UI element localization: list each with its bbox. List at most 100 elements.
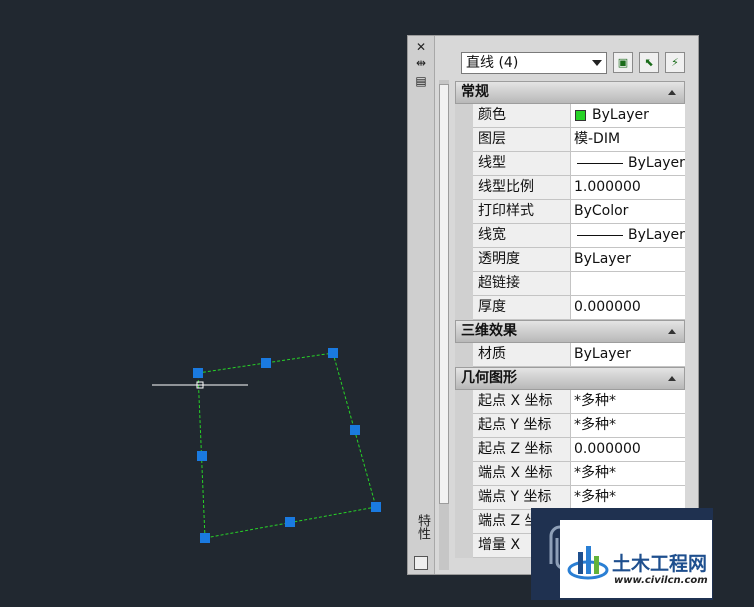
property-value-text: ByLayer (592, 107, 649, 123)
property-row[interactable]: 材质 ByLayer (455, 343, 685, 367)
property-label: 线型 (473, 152, 571, 176)
watermark: 土木工程网 www.civilcn.com (531, 508, 713, 600)
section-header[interactable]: 三维效果 (455, 320, 685, 343)
watermark-logo: 土木工程网 www.civilcn.com (560, 520, 712, 598)
property-label: 起点 Z 坐标 (473, 438, 571, 462)
row-gutter (455, 438, 473, 462)
property-value[interactable]: ByLayer (571, 152, 685, 176)
property-row[interactable]: 线型 ByLayer (455, 152, 685, 176)
scrollbar-thumb[interactable] (439, 84, 449, 504)
property-value-text: ByLayer (628, 227, 685, 243)
selected-lines[interactable] (197, 352, 377, 539)
property-value[interactable]: 模-DIM (571, 128, 685, 152)
property-value[interactable]: ByLayer (571, 343, 685, 367)
auto-hide-icon[interactable]: ⇹ (414, 56, 428, 70)
property-value-text: *多种* (574, 465, 616, 481)
property-value-text: ByLayer (574, 346, 631, 362)
property-value-text: *多种* (574, 393, 616, 409)
section-title: 几何图形 (461, 370, 517, 386)
property-row[interactable]: 端点 X 坐标 *多种* (455, 462, 685, 486)
property-value[interactable]: ByLayer (571, 224, 685, 248)
row-gutter (455, 176, 473, 200)
palette-title: 特性 (415, 514, 430, 540)
chevron-down-icon (592, 60, 602, 66)
property-value-text: 模-DIM (574, 131, 621, 147)
property-value[interactable]: 1.000000 (571, 176, 685, 200)
object-type-select[interactable]: 直线 (4) (461, 52, 607, 74)
section-header[interactable]: 几何图形 (455, 367, 685, 390)
grip-point[interactable] (328, 348, 338, 358)
grip-points[interactable] (193, 348, 381, 543)
row-gutter (455, 486, 473, 510)
property-value[interactable]: *多种* (571, 390, 685, 414)
property-value[interactable] (571, 272, 685, 296)
property-value-text: 0.000000 (574, 299, 641, 315)
row-gutter (455, 128, 473, 152)
property-row[interactable]: 线宽 ByLayer (455, 224, 685, 248)
grip-point[interactable] (285, 517, 295, 527)
property-value[interactable]: *多种* (571, 414, 685, 438)
section-header[interactable]: 常规 (455, 81, 685, 104)
toggle-pickadd-button[interactable]: ▣ (613, 52, 633, 73)
property-value-text: *多种* (574, 489, 616, 505)
watermark-title: 土木工程网 (612, 553, 708, 575)
select-objects-button[interactable]: ⬉ (639, 52, 659, 73)
property-value-text: ByLayer (628, 155, 685, 171)
row-gutter (455, 510, 473, 534)
grip-point[interactable] (193, 368, 203, 378)
property-row[interactable]: 透明度 ByLayer (455, 248, 685, 272)
chevron-up-icon[interactable] (668, 329, 676, 334)
property-label: 打印样式 (473, 200, 571, 224)
object-type-value: 直线 (4) (466, 55, 519, 71)
section-title: 常规 (461, 84, 489, 100)
grip-point[interactable] (197, 451, 207, 461)
watermark-url: www.civilcn.com (614, 575, 708, 586)
grip-point[interactable] (200, 533, 210, 543)
property-grid: 常规 颜色 ByLayer 图层 模-DIM 线型 ByLayer 线型比例 1.000000 打… (455, 81, 685, 558)
property-value[interactable]: 0.000000 (571, 438, 685, 462)
property-row[interactable]: 打印样式 ByColor (455, 200, 685, 224)
row-gutter (455, 414, 473, 438)
row-gutter (455, 104, 473, 128)
property-label: 起点 Y 坐标 (473, 414, 571, 438)
property-value[interactable]: 0.000000 (571, 296, 685, 320)
chevron-up-icon[interactable] (668, 376, 676, 381)
linetype-preview-icon (577, 234, 623, 236)
row-gutter (455, 534, 473, 558)
property-value-text: 1.000000 (574, 179, 641, 195)
property-row[interactable]: 超链接 (455, 272, 685, 296)
row-gutter (455, 296, 473, 320)
property-value[interactable]: ByColor (571, 200, 685, 224)
chevron-up-icon[interactable] (668, 90, 676, 95)
property-label: 起点 X 坐标 (473, 390, 571, 414)
property-row[interactable]: 起点 Z 坐标 0.000000 (455, 438, 685, 462)
property-label: 图层 (473, 128, 571, 152)
property-row[interactable]: 厚度 0.000000 (455, 296, 685, 320)
palette-title-strip[interactable]: ✕ ⇹ ▤ 特性 (408, 36, 435, 574)
property-value[interactable]: ByLayer (571, 104, 685, 128)
property-label: 线型比例 (473, 176, 571, 200)
property-row[interactable]: 起点 Y 坐标 *多种* (455, 414, 685, 438)
property-value-text: *多种* (574, 417, 616, 433)
property-label: 透明度 (473, 248, 571, 272)
quick-select-button[interactable]: ⚡ (665, 52, 685, 73)
property-row[interactable]: 颜色 ByLayer (455, 104, 685, 128)
crosshair-cursor (152, 381, 248, 389)
property-value[interactable]: ByLayer (571, 248, 685, 272)
grip-point[interactable] (371, 502, 381, 512)
grip-point[interactable] (350, 425, 360, 435)
property-value-text: ByColor (574, 203, 629, 219)
close-icon[interactable]: ✕ (414, 40, 428, 54)
property-label: 线宽 (473, 224, 571, 248)
property-row[interactable]: 线型比例 1.000000 (455, 176, 685, 200)
grip-point[interactable] (261, 358, 271, 368)
property-value[interactable]: *多种* (571, 486, 685, 510)
row-gutter (455, 272, 473, 296)
palette-settings-icon[interactable] (414, 556, 428, 570)
property-row[interactable]: 起点 X 坐标 *多种* (455, 390, 685, 414)
property-row[interactable]: 端点 Y 坐标 *多种* (455, 486, 685, 510)
palette-menu-icon[interactable]: ▤ (414, 74, 428, 88)
property-value[interactable]: *多种* (571, 462, 685, 486)
scrollbar[interactable] (439, 80, 449, 570)
property-row[interactable]: 图层 模-DIM (455, 128, 685, 152)
